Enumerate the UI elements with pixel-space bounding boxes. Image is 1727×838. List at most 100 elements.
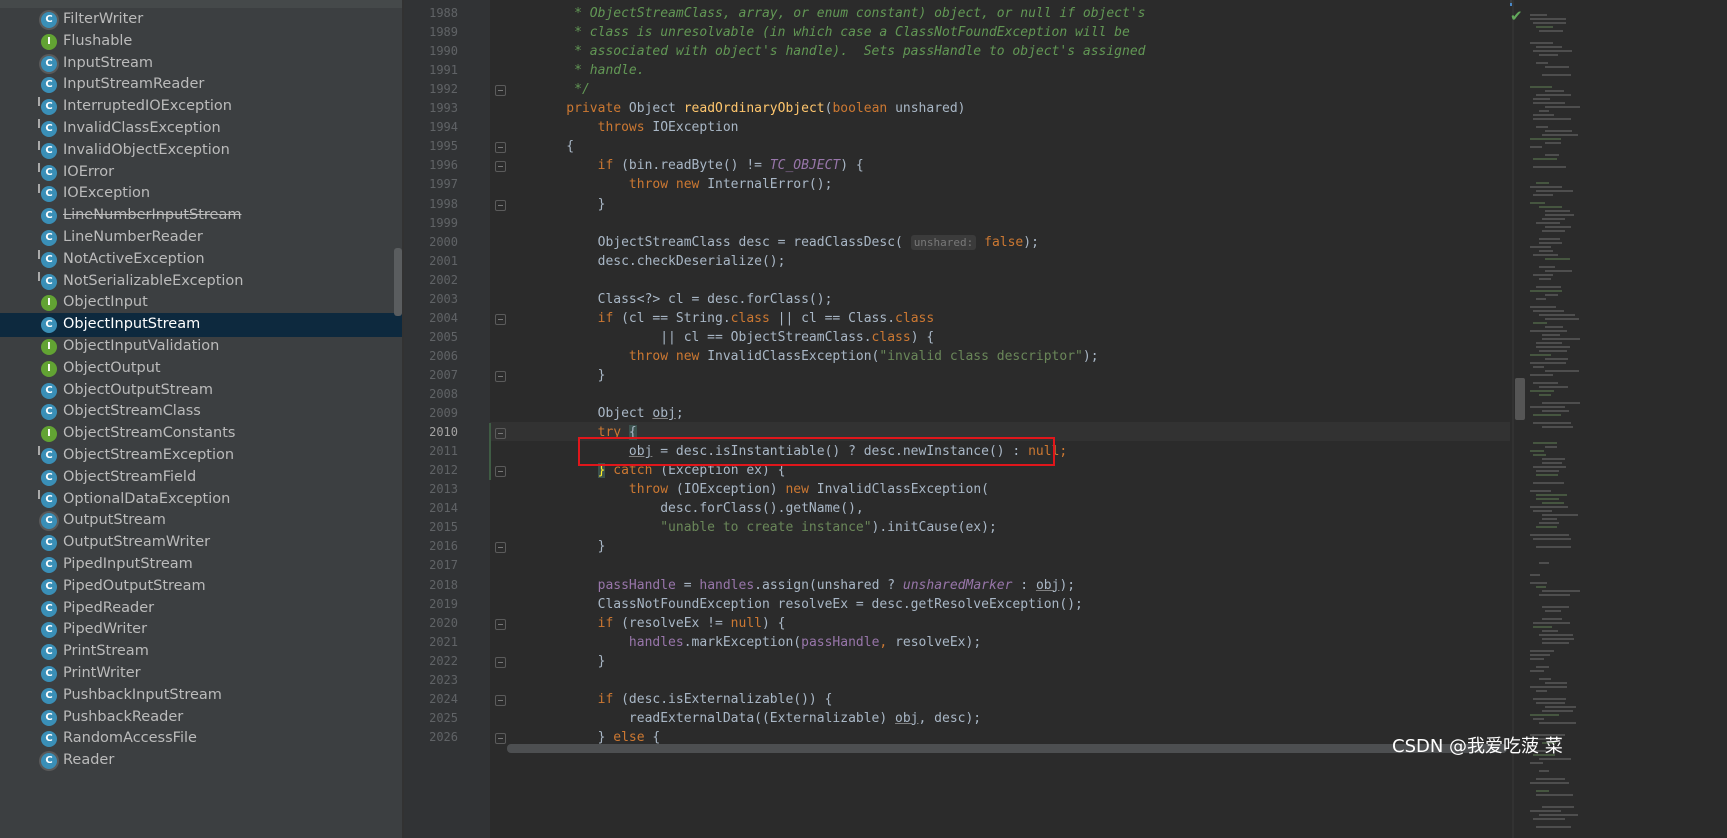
tree-item[interactable]: I ObjectInput (0, 291, 402, 315)
tree-item[interactable]: C InvalidClassException (0, 117, 402, 141)
tree-item[interactable]: C Reader (0, 749, 402, 773)
tree-item[interactable]: C PrintWriter (0, 662, 402, 686)
tree-item[interactable]: C InputStream (0, 52, 402, 76)
minimap-line (1533, 442, 1557, 444)
tree-item[interactable]: I ObjectInputValidation (0, 335, 402, 359)
class-icon: C (41, 578, 57, 595)
minimap-line (1539, 206, 1562, 208)
code-line[interactable]: { (535, 137, 574, 156)
tree-item[interactable]: C ObjectInputStream (0, 313, 402, 338)
tree-item[interactable]: C PushbackReader (0, 706, 402, 730)
check-icon[interactable]: ✔ (1510, 7, 1523, 25)
tree-item[interactable]: C IOError (0, 161, 402, 185)
code-line[interactable]: "unable to create instance").initCause(e… (535, 518, 997, 537)
code-line[interactable]: } (535, 652, 606, 671)
tree-item[interactable]: C PipedWriter (0, 618, 402, 642)
horizontal-scrollbar[interactable] (507, 744, 1507, 753)
code-line[interactable]: throw (IOException) new InvalidClassExce… (535, 480, 989, 499)
fold-toggle-icon[interactable] (495, 142, 506, 154)
code-minimap[interactable] (1512, 0, 1727, 838)
code-line[interactable]: Object obj; (535, 404, 684, 423)
code-line[interactable]: * ObjectStreamClass, array, or enum cons… (535, 4, 1145, 23)
code-line[interactable]: throw new InvalidClassException("invalid… (535, 347, 1099, 366)
tree-item[interactable]: C LineNumberInputStream (0, 204, 402, 228)
tree-item[interactable]: C PipedInputStream (0, 553, 402, 577)
tree-item[interactable]: C ObjectStreamClass (0, 400, 402, 424)
code-line[interactable]: if (bin.readByte() != TC_OBJECT) { (535, 156, 864, 175)
minimap-line (1539, 314, 1575, 316)
code-line[interactable]: || cl == ObjectStreamClass.class) { (535, 328, 934, 347)
tree-item[interactable]: C IOException (0, 182, 402, 206)
code-line[interactable]: if (resolveEx != null) { (535, 614, 786, 633)
vertical-scrollbar-thumb[interactable] (1515, 378, 1525, 420)
tree-item[interactable]: C LineNumberReader (0, 226, 402, 250)
line-number: 2008 (429, 387, 458, 401)
tree-item[interactable]: C ObjectOutputStream (0, 379, 402, 403)
fold-toggle-icon[interactable] (495, 85, 506, 97)
tree-item[interactable]: I Flushable (0, 30, 402, 54)
code-line[interactable]: } (535, 366, 606, 385)
fold-toggle-icon[interactable] (495, 161, 506, 173)
code-token: TC_OBJECT (769, 158, 841, 174)
fold-toggle-icon[interactable] (495, 428, 506, 440)
tree-item[interactable]: C InterruptedIOException (0, 95, 402, 119)
code-line[interactable]: private Object readOrdinaryObject(boolea… (535, 99, 965, 118)
fold-toggle-icon[interactable] (495, 694, 506, 706)
fold-toggle-icon[interactable] (495, 370, 506, 382)
tree-item[interactable]: C ObjectStreamException (0, 444, 402, 468)
code-line[interactable]: * associated with object's handle). Sets… (535, 42, 1145, 61)
fold-toggle-icon[interactable] (495, 542, 506, 554)
fold-toggle-icon[interactable] (495, 466, 506, 478)
tree-item[interactable]: C NotActiveException (0, 248, 402, 272)
tree-item[interactable]: C RandomAccessFile (0, 727, 402, 751)
code-line[interactable]: readExternalData((Externalizable) obj, d… (535, 709, 981, 728)
fold-toggle-icon[interactable] (495, 732, 506, 744)
code-line[interactable]: throw new InternalError(); (535, 175, 833, 194)
code-token: ).initCause(ex); (871, 520, 997, 536)
code-line[interactable]: * class is unresolvable (in which case a… (535, 23, 1130, 42)
tree-item[interactable]: C OutputStreamWriter (0, 531, 402, 555)
minimap-line (1530, 390, 1554, 392)
class-icon: C (41, 208, 57, 225)
fold-toggle-icon[interactable] (495, 199, 506, 211)
fold-toggle-icon[interactable] (495, 618, 506, 630)
fold-toggle-icon[interactable] (495, 313, 506, 325)
minimap-line (1542, 618, 1562, 620)
tree-item[interactable]: C ObjectStreamField (0, 466, 402, 490)
code-line[interactable]: throws IOException (535, 118, 739, 137)
fold-toggle-icon[interactable] (495, 656, 506, 668)
tree-item[interactable]: C InvalidObjectException (0, 139, 402, 163)
tree-item[interactable]: C InputStreamReader (0, 73, 402, 97)
minimap-line (1530, 42, 1553, 44)
tree-item[interactable]: C OutputStream (0, 509, 402, 533)
code-line[interactable]: } (535, 195, 606, 214)
tree-item[interactable]: C PrintStream (0, 640, 402, 664)
code-line[interactable]: * handle. (535, 61, 644, 80)
code-line[interactable]: desc.forClass().getName(), (535, 499, 864, 518)
minimap-line (1530, 406, 1565, 408)
tree-item[interactable]: C PushbackInputStream (0, 684, 402, 708)
code-line[interactable]: passHandle = handles.assign(unshared ? u… (535, 576, 1075, 595)
minimap-line (1545, 66, 1569, 68)
tree-scrollbar[interactable] (394, 248, 402, 316)
code-line[interactable]: desc.checkDeserialize(); (535, 252, 786, 271)
code-line[interactable]: if (desc.isExternalizable()) { (535, 690, 833, 709)
tree-item[interactable]: C PipedReader (0, 597, 402, 621)
code-line[interactable]: handles.markException(passHandle, resolv… (535, 633, 981, 652)
minimap-line (1542, 606, 1569, 608)
vcs-change-marker[interactable] (489, 423, 491, 480)
code-line[interactable]: } (535, 537, 606, 556)
tree-item[interactable]: I ObjectStreamConstants (0, 422, 402, 446)
tree-item[interactable]: C OptionalDataException (0, 488, 402, 512)
tree-item[interactable]: I ObjectOutput (0, 357, 402, 381)
tree-item[interactable]: C PipedOutputStream (0, 575, 402, 599)
tree-item[interactable]: C NotSerializableException (0, 270, 402, 294)
code-line[interactable]: ClassNotFoundException resolveEx = desc.… (535, 595, 1083, 614)
line-number: 1998 (429, 196, 458, 211)
tree-item[interactable]: C FilterWriter (0, 8, 402, 32)
code-line[interactable]: Class<?> cl = desc.forClass(); (535, 290, 833, 309)
code-line[interactable]: */ (535, 80, 590, 99)
minimap-line (1536, 494, 1567, 496)
code-line[interactable]: if (cl == String.class || cl == Class.cl… (535, 309, 935, 328)
code-line[interactable]: ObjectStreamClass desc = readClassDesc( … (535, 233, 1039, 252)
